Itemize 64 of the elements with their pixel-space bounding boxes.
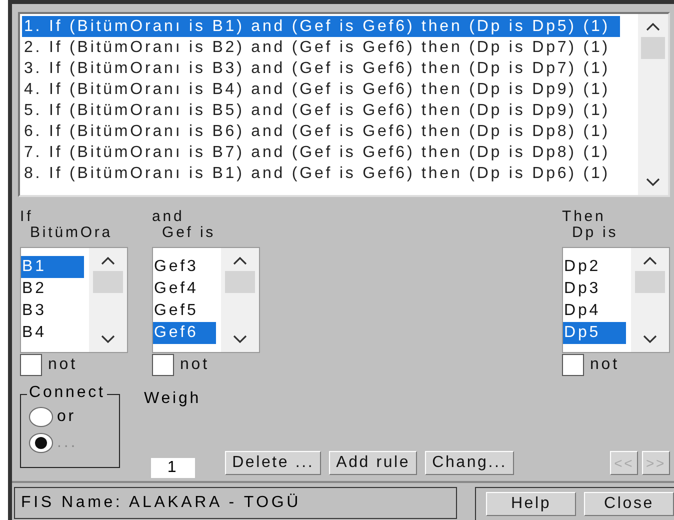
variable-label: BitümOra	[29, 224, 114, 242]
scroll-up-icon[interactable]	[646, 22, 660, 31]
scrollbar[interactable]	[221, 248, 259, 352]
scroll-down-icon[interactable]	[643, 335, 657, 344]
variable-label: Gef is	[161, 224, 217, 242]
not-label: not	[180, 356, 210, 374]
rule-item[interactable]: 8. If (BitümOranı is B1) and (Gef is Gef6) then (Dp is Dp6) (1)	[22, 163, 620, 184]
not-checkbox[interactable]	[20, 354, 42, 376]
action-button[interactable]: Chang...	[425, 450, 514, 475]
scroll-thumb[interactable]	[635, 271, 665, 294]
list-item[interactable]: B4	[21, 322, 84, 344]
scroll-up-icon[interactable]	[643, 256, 657, 266]
list-item[interactable]: Gef5	[153, 300, 216, 322]
rule-item[interactable]: 4. If (BitümOranı is B4) and (Gef is Gef6) then (Dp is Dp9) (1)	[22, 79, 620, 100]
list-item[interactable]: B1	[21, 256, 84, 278]
not-checkbox[interactable]	[562, 354, 584, 376]
scroll-down-icon[interactable]	[233, 335, 247, 344]
not-checkbox[interactable]	[152, 354, 174, 376]
action-button[interactable]: Delete ...	[225, 450, 322, 475]
list-item[interactable]: Gef6	[153, 322, 216, 344]
list-item[interactable]: Gef3	[153, 256, 216, 278]
scrollbar[interactable]	[638, 14, 668, 196]
membership-list[interactable]: Dp2 Dp3 Dp4 Dp5	[562, 247, 670, 354]
scroll-up-icon[interactable]	[101, 256, 115, 266]
scrollbar[interactable]	[89, 248, 127, 352]
scroll-thumb[interactable]	[641, 37, 665, 59]
action-button[interactable]: Add rule	[329, 450, 418, 475]
membership-list[interactable]: B1 B2 B3 B4	[20, 247, 128, 354]
list-item[interactable]: Dp2	[563, 256, 626, 278]
footer-button[interactable]: Help	[486, 492, 576, 516]
radio-button[interactable]	[29, 433, 53, 454]
section-heading: Then	[562, 209, 607, 224]
membership-list[interactable]: Gef3 Gef4 Gef5 Gef6	[152, 247, 260, 354]
rule-item[interactable]: 3. If (BitümOranı is B3) and (Gef is Gef6) then (Dp is Dp7) (1)	[22, 58, 620, 79]
list-item[interactable]: B2	[21, 278, 84, 300]
status-field: FIS Name: ALAKARA - TOGÜ	[14, 486, 457, 519]
radio-label: or	[57, 408, 76, 426]
footer-button[interactable]: Close	[584, 492, 674, 516]
list-item[interactable]: B3	[21, 300, 84, 322]
scroll-up-icon[interactable]	[233, 256, 247, 266]
scroll-down-icon[interactable]	[101, 335, 115, 344]
list-item[interactable]: Gef4	[153, 278, 216, 300]
scroll-thumb[interactable]	[93, 271, 123, 294]
scroll-down-icon[interactable]	[646, 178, 660, 188]
rule-list[interactable]	[18, 12, 670, 198]
section-heading: and	[152, 209, 186, 224]
list-item[interactable]: Dp4	[563, 300, 626, 322]
radio-button[interactable]	[29, 407, 53, 428]
section-heading: If	[20, 209, 34, 224]
list-item[interactable]: Dp5	[563, 322, 626, 344]
rule-item[interactable]: 1. If (BitümOranı is B1) and (Gef is Gef6) then (Dp is Dp5) (1)	[22, 16, 620, 37]
scrollbar[interactable]	[631, 248, 669, 352]
weight-label: Weigh	[144, 390, 202, 408]
weight-field[interactable]: 1	[151, 458, 195, 478]
rule-item[interactable]: 5. If (BitümOranı is B5) and (Gef is Gef6) then (Dp is Dp9) (1)	[22, 100, 620, 121]
rule-item[interactable]: 7. If (BitümOranı is B7) and (Gef is Gef6) then (Dp is Dp8) (1)	[22, 142, 620, 163]
scroll-thumb[interactable]	[225, 271, 255, 294]
not-label: not	[48, 356, 78, 374]
radio-label: ...	[57, 434, 78, 452]
rule-item[interactable]: 2. If (BitümOranı is B2) and (Gef is Gef6) then (Dp is Dp7) (1)	[22, 37, 620, 58]
variable-label: Dp is	[571, 224, 620, 242]
rule-item[interactable]: 6. If (BitümOranı is B6) and (Gef is Gef6) then (Dp is Dp8) (1)	[22, 121, 620, 142]
not-label: not	[590, 356, 620, 374]
list-item[interactable]: Dp3	[563, 278, 626, 300]
